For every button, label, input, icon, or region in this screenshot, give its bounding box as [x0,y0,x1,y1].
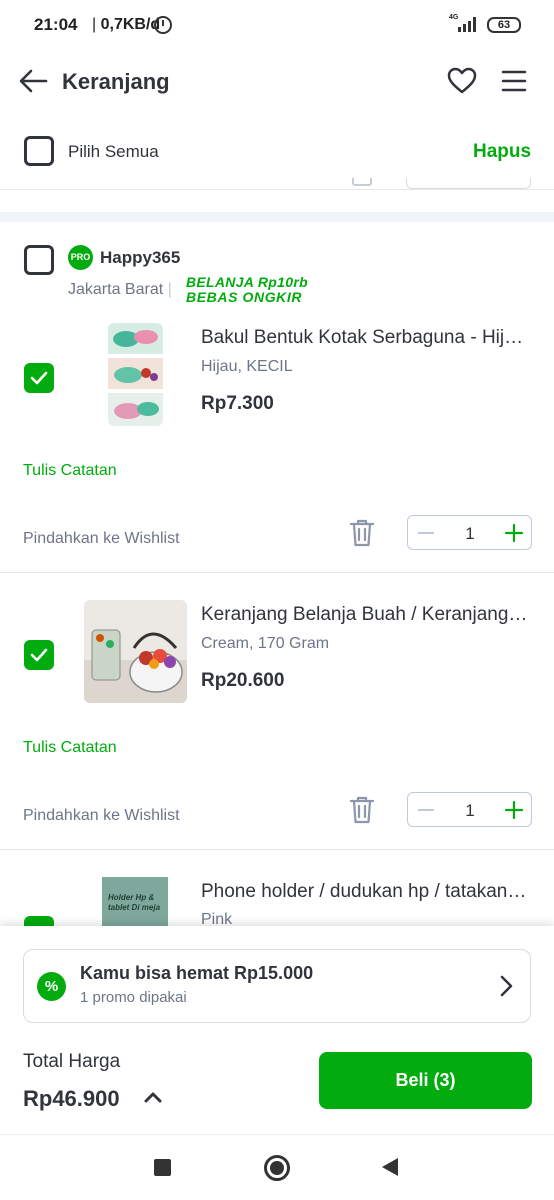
total-price-value: Rp46.900 [23,1086,120,1111]
move-to-wishlist-link-1[interactable]: Pindahkan ke Wishlist [23,530,180,548]
quantity-stepper-2[interactable]: 1 [407,792,532,827]
quantity-stepper-1[interactable]: 1 [407,515,532,550]
page-title: Keranjang [62,69,170,94]
home-icon[interactable] [264,1155,290,1181]
product-image-2[interactable] [84,600,187,703]
recent-apps-icon[interactable] [154,1159,171,1176]
shop-checkbox[interactable] [24,245,54,275]
promo-subtitle: 1 promo dipakai [80,989,187,1006]
write-note-link-1[interactable]: Tulis Catatan [23,462,117,480]
system-navigation-bar [0,1134,554,1200]
free-shipping-promo-line2: BEBAS ONGKIR [186,289,303,305]
trash-icon[interactable] [349,795,375,825]
select-all-label: Pilih Semua [68,142,159,161]
product-image-3[interactable]: Holder Hp & tablet Di meja [102,877,168,927]
promo-title: Kamu bisa hemat Rp15.000 [80,963,314,983]
pro-merchant-badge: PRO [68,245,93,270]
shop-name[interactable]: Happy365 [100,248,180,268]
basket-product-photo [108,323,163,426]
alarm-icon [154,16,172,34]
decrease-quantity-button[interactable] [418,532,434,534]
product-variant-2: Cream, 170 Gram [201,635,330,652]
quantity-value-1: 1 [465,524,475,543]
signal-icon [458,17,476,32]
network-speed-value: 0,7KB/d [100,16,161,33]
battery-icon: 63 [487,17,521,33]
system-back-icon[interactable] [382,1158,398,1176]
product-variant-1: Hijau, KECIL [201,358,293,375]
buy-button[interactable]: Beli (3) [319,1052,532,1109]
product-name-2[interactable]: Keranjang Belanja Buah / Keranjang Serba… [201,604,531,626]
item-divider [0,849,554,850]
product-price-2: Rp20.600 [201,670,285,691]
scrolled-content-edge [0,178,554,190]
write-note-link-2[interactable]: Tulis Catatan [23,739,117,757]
total-price-label: Total Harga [23,1051,121,1072]
trash-icon[interactable] [349,518,375,548]
section-separator [0,212,554,222]
select-all-checkbox[interactable] [24,136,54,166]
move-to-wishlist-link-2[interactable]: Pindahkan ke Wishlist [23,807,180,825]
check-icon [30,371,48,385]
back-arrow-icon[interactable] [16,64,50,98]
delete-button[interactable]: Hapus [473,141,531,163]
item-checkbox-1[interactable] [24,363,54,393]
discount-percent-icon: % [37,972,66,1001]
quantity-value-2: 1 [465,801,475,820]
shop-location-text: Jakarta Barat [68,281,164,298]
chevron-right-icon [500,975,513,997]
product-name-3[interactable]: Phone holder / dudukan hp / tatakan hp [201,881,531,903]
signal-label: 4G [449,14,459,21]
status-bar: 21:04 | 0,7KB/d 4G 63 [0,0,554,50]
wishlist-heart-icon[interactable] [446,65,478,97]
decrease-quantity-button[interactable] [418,809,434,811]
item-divider [0,572,554,573]
checkout-panel: % Kamu bisa hemat Rp15.000 1 promo dipak… [0,926,554,1134]
menu-icon[interactable] [500,68,528,94]
free-shipping-promo-line1: BELANJA Rp10rb [186,274,308,290]
increase-quantity-button[interactable] [504,800,524,820]
product-image-3-text: Holder Hp & tablet Di meja [108,893,161,912]
item-checkbox-2[interactable] [24,640,54,670]
check-icon [30,648,48,662]
status-network-speed: | 0,7KB/d [92,16,161,33]
fruit-basket-photo [84,600,187,703]
shop-location: Jakarta Barat | [68,281,172,298]
chevron-up-icon[interactable] [143,1090,163,1104]
status-time: 21:04 [34,15,78,34]
product-price-1: Rp7.300 [201,393,274,414]
product-name-1[interactable]: Bakul Bentuk Kotak Serbaguna - Hijau, KE… [201,327,531,349]
promo-card[interactable]: % Kamu bisa hemat Rp15.000 1 promo dipak… [23,949,531,1023]
product-image-1[interactable] [108,323,163,426]
increase-quantity-button[interactable] [504,523,524,543]
